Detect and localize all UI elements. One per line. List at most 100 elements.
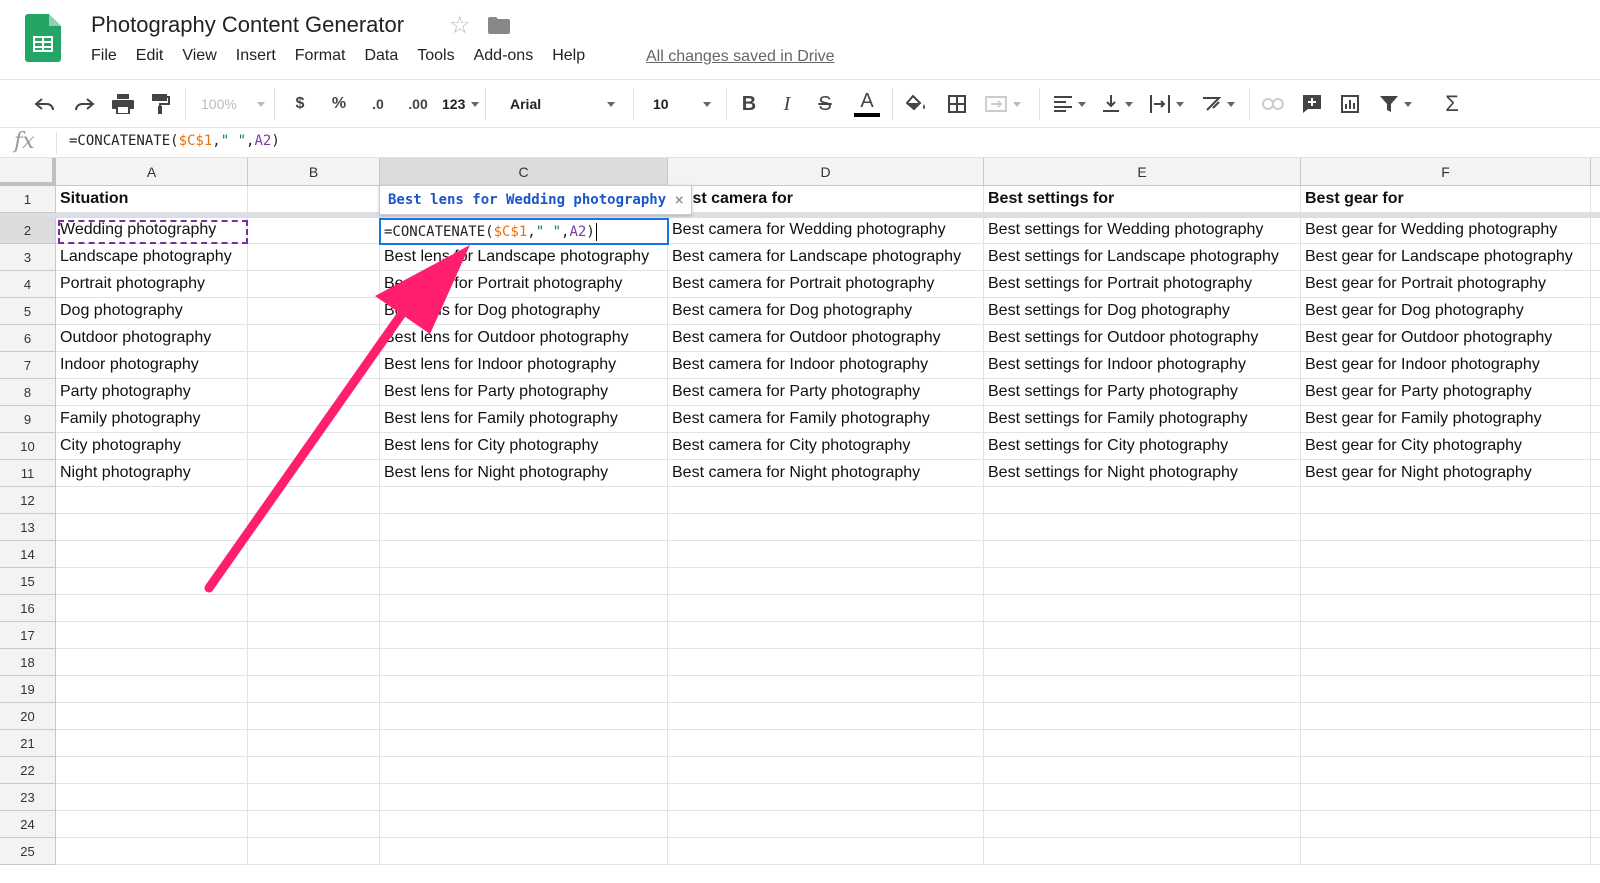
text-color-button[interactable]: A [853, 80, 881, 128]
cell-f5[interactable]: Best gear for Dog photography [1301, 298, 1591, 325]
cell-a10[interactable]: City photography [56, 433, 248, 460]
cell-c24[interactable] [380, 811, 668, 838]
cell-e24[interactable] [984, 811, 1301, 838]
row-header-15[interactable]: 15 [0, 568, 56, 595]
cell-d24[interactable] [668, 811, 984, 838]
cell-d22[interactable] [668, 757, 984, 784]
strikethrough-button[interactable]: S [813, 80, 837, 128]
cell-a18[interactable] [56, 649, 248, 676]
insert-link-button[interactable] [1259, 80, 1287, 128]
cell-e6[interactable]: Best settings for Outdoor photography [984, 325, 1301, 352]
cell-a4[interactable]: Portrait photography [56, 271, 248, 298]
cell-b2[interactable] [248, 217, 380, 244]
font-size-dropdown[interactable]: 10 [653, 80, 711, 128]
frozen-row-divider[interactable] [0, 213, 1600, 218]
zoom-dropdown[interactable]: 100% [201, 80, 265, 128]
cell-a15[interactable] [56, 568, 248, 595]
cell-b20[interactable] [248, 703, 380, 730]
row-header-1[interactable]: 1 [0, 186, 56, 213]
cell-e12[interactable] [984, 487, 1301, 514]
cell-b5[interactable] [248, 298, 380, 325]
font-family-dropdown[interactable]: Arial [510, 80, 615, 128]
cell-f13[interactable] [1301, 514, 1591, 541]
cell-f11[interactable]: Best gear for Night photography [1301, 460, 1591, 487]
cell-a20[interactable] [56, 703, 248, 730]
menu-insert[interactable]: Insert [236, 47, 276, 65]
cell-e2[interactable]: Best settings for Wedding photography [984, 217, 1301, 244]
row-header-24[interactable]: 24 [0, 811, 56, 838]
cell-c16[interactable] [380, 595, 668, 622]
paint-format-button[interactable] [146, 80, 176, 128]
cell-c18[interactable] [380, 649, 668, 676]
cell-e8[interactable]: Best settings for Party photography [984, 379, 1301, 406]
cell-e17[interactable] [984, 622, 1301, 649]
cell-c21[interactable] [380, 730, 668, 757]
cell-b22[interactable] [248, 757, 380, 784]
cell-b11[interactable] [248, 460, 380, 487]
borders-button[interactable] [943, 80, 971, 128]
column-header-b[interactable]: B [248, 158, 380, 186]
cell-b12[interactable] [248, 487, 380, 514]
cell-d1[interactable]: Best camera for [668, 186, 984, 213]
cell-d23[interactable] [668, 784, 984, 811]
cell-e9[interactable]: Best settings for Family photography [984, 406, 1301, 433]
cell-d7[interactable]: Best camera for Indoor photography [668, 352, 984, 379]
filter-button[interactable] [1375, 80, 1417, 128]
cell-a16[interactable] [56, 595, 248, 622]
cell-d6[interactable]: Best camera for Outdoor photography [668, 325, 984, 352]
cell-f3[interactable]: Best gear for Landscape photography [1301, 244, 1591, 271]
horizontal-align-button[interactable] [1050, 80, 1090, 128]
cell-a1[interactable]: Situation [56, 186, 248, 213]
cell-c11[interactable]: Best lens for Night photography [380, 460, 668, 487]
cell-d16[interactable] [668, 595, 984, 622]
increase-decimal-button[interactable]: .00 [402, 80, 434, 128]
fill-color-button[interactable] [903, 80, 931, 128]
more-formats-dropdown[interactable]: 123 [442, 80, 480, 128]
cell-a24[interactable] [56, 811, 248, 838]
cell-c12[interactable] [380, 487, 668, 514]
cell-f12[interactable] [1301, 487, 1591, 514]
row-header-12[interactable]: 12 [0, 487, 56, 514]
cell-b14[interactable] [248, 541, 380, 568]
cell-b21[interactable] [248, 730, 380, 757]
cell-c22[interactable] [380, 757, 668, 784]
row-header-10[interactable]: 10 [0, 433, 56, 460]
active-cell-editor[interactable]: =CONCATENATE($C$1, " ", A2) [379, 218, 669, 245]
cell-d9[interactable]: Best camera for Family photography [668, 406, 984, 433]
cell-a13[interactable] [56, 514, 248, 541]
cell-b8[interactable] [248, 379, 380, 406]
cell-d13[interactable] [668, 514, 984, 541]
row-header-19[interactable]: 19 [0, 676, 56, 703]
row-header-16[interactable]: 16 [0, 595, 56, 622]
cell-a11[interactable]: Night photography [56, 460, 248, 487]
cell-c4[interactable]: Best lens for Portrait photography [380, 271, 668, 298]
cell-a21[interactable] [56, 730, 248, 757]
cell-f10[interactable]: Best gear for City photography [1301, 433, 1591, 460]
cell-c3[interactable]: Best lens for Landscape photography [380, 244, 668, 271]
cell-d21[interactable] [668, 730, 984, 757]
cell-a7[interactable]: Indoor photography [56, 352, 248, 379]
cell-a22[interactable] [56, 757, 248, 784]
cell-f23[interactable] [1301, 784, 1591, 811]
cell-e4[interactable]: Best settings for Portrait photography [984, 271, 1301, 298]
cell-e23[interactable] [984, 784, 1301, 811]
functions-button[interactable]: Σ [1438, 80, 1466, 128]
cell-c7[interactable]: Best lens for Indoor photography [380, 352, 668, 379]
cell-f7[interactable]: Best gear for Indoor photography [1301, 352, 1591, 379]
cell-c10[interactable]: Best lens for City photography [380, 433, 668, 460]
undo-button[interactable] [30, 80, 60, 128]
cell-c5[interactable]: Best lens for Dog photography [380, 298, 668, 325]
merge-cells-button[interactable] [983, 80, 1023, 128]
cell-c25[interactable] [380, 838, 668, 865]
cell-e25[interactable] [984, 838, 1301, 865]
cell-b6[interactable] [248, 325, 380, 352]
cell-e13[interactable] [984, 514, 1301, 541]
row-header-13[interactable]: 13 [0, 514, 56, 541]
cell-f2[interactable]: Best gear for Wedding photography [1301, 217, 1591, 244]
cell-d10[interactable]: Best camera for City photography [668, 433, 984, 460]
star-icon[interactable]: ☆ [449, 11, 471, 40]
decrease-decimal-button[interactable]: .0 [364, 80, 392, 128]
row-header-17[interactable]: 17 [0, 622, 56, 649]
row-header-11[interactable]: 11 [0, 460, 56, 487]
cell-f17[interactable] [1301, 622, 1591, 649]
